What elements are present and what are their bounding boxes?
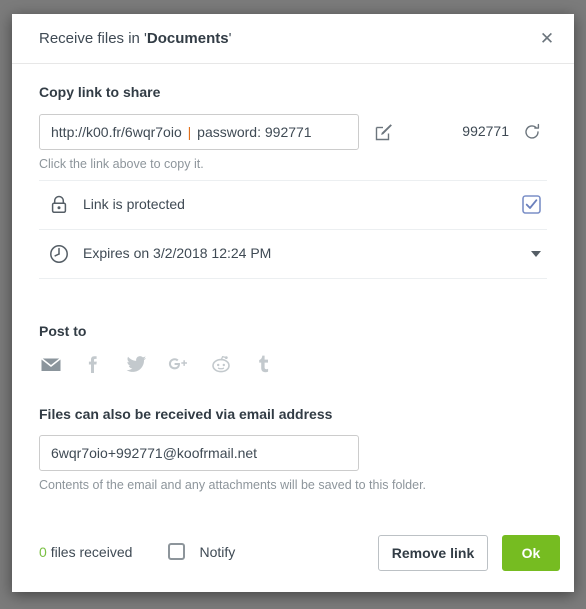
share-link-input[interactable]: http://k00.fr/6wqr7oio | password: 99277… xyxy=(39,114,359,150)
modal-body: Copy link to share http://k00.fr/6wqr7oi… xyxy=(12,84,574,492)
page-title: Receive files in 'Documents' xyxy=(39,30,231,47)
files-received-count: 0 xyxy=(39,544,47,560)
receive-files-modal: Receive files in 'Documents' ✕ Copy link… xyxy=(12,14,574,592)
copy-link-section-label: Copy link to share xyxy=(39,84,161,100)
twitter-share-icon[interactable] xyxy=(124,352,148,381)
link-protected-row[interactable]: Link is protected xyxy=(39,181,547,230)
social-share-row xyxy=(39,352,547,378)
share-link-row: http://k00.fr/6wqr7oio | password: 99277… xyxy=(39,114,547,150)
post-to-section-label: Post to xyxy=(39,323,87,339)
refresh-icon[interactable] xyxy=(523,123,541,141)
close-icon[interactable]: ✕ xyxy=(534,26,560,52)
ok-button[interactable]: Ok xyxy=(502,535,560,571)
lock-icon xyxy=(48,194,70,216)
notify-checkbox[interactable] xyxy=(168,543,185,561)
share-link-separator: | xyxy=(187,124,192,140)
email-hint: Contents of the email and any attachment… xyxy=(39,478,427,492)
email-share-icon[interactable] xyxy=(39,352,63,381)
files-received-label: files received xyxy=(50,544,133,560)
notify-label: Notify xyxy=(199,543,236,560)
modal-title-suffix: ' xyxy=(228,30,232,47)
link-code-value: 992771 xyxy=(462,123,509,139)
clock-icon xyxy=(48,243,70,265)
remove-link-button[interactable]: Remove link xyxy=(378,535,488,571)
email-section-label: Files can also be received via email add… xyxy=(39,406,333,422)
reddit-share-icon[interactable] xyxy=(209,352,233,381)
edit-icon[interactable] xyxy=(374,122,394,142)
share-link-password: password: 992771 xyxy=(197,124,312,140)
modal-footer: 0 files received Notify Remove link Ok xyxy=(12,514,574,592)
googleplus-share-icon[interactable] xyxy=(166,352,190,381)
link-protected-label: Link is protected xyxy=(83,196,185,212)
modal-header: Receive files in 'Documents' ✕ xyxy=(12,14,574,64)
files-received-status: 0 files received xyxy=(39,544,132,560)
tumblr-share-icon[interactable] xyxy=(251,352,275,381)
link-expires-label: Expires on 3/2/2018 12:24 PM xyxy=(83,245,272,261)
modal-title-folder: Documents xyxy=(146,30,229,47)
link-protected-checkbox[interactable] xyxy=(522,195,541,214)
link-expires-row[interactable]: Expires on 3/2/2018 12:24 PM xyxy=(39,230,547,279)
email-address-input[interactable]: 6wqr7oio+992771@koofrmail.net xyxy=(39,435,359,471)
notify-checkbox-wrapper[interactable]: Notify xyxy=(168,543,235,561)
modal-title-prefix: Receive files in ' xyxy=(39,30,147,47)
copy-link-hint: Click the link above to copy it. xyxy=(39,157,204,171)
share-link-url: http://k00.fr/6wqr7oio xyxy=(51,124,182,140)
facebook-share-icon[interactable] xyxy=(81,352,105,381)
chevron-down-icon[interactable] xyxy=(531,251,541,257)
